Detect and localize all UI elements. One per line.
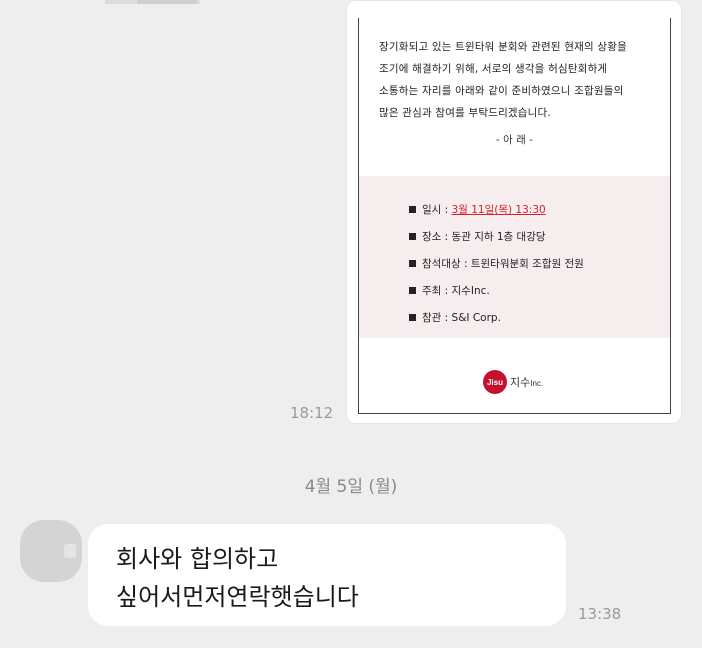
- notice-line: 많은 관심과 참여를 부탁드리겠습니다.: [379, 107, 551, 119]
- logo-name: 지수Inc.: [510, 377, 544, 389]
- detail-row-observer: 참관 : S&I Corp.: [409, 310, 501, 325]
- avatar[interactable]: [20, 520, 82, 582]
- bullet-square-icon: [409, 313, 416, 321]
- notice-details: 일시 : 3월 11일(목) 13:30 장소 : 동관 지하 1층 대강당 참…: [359, 176, 670, 338]
- jisu-logo: Jisu 지수Inc.: [483, 370, 543, 394]
- logo-badge: Jisu: [483, 370, 507, 394]
- message-timestamp: 13:38: [578, 605, 622, 623]
- notice-line: 장기화되고 있는 트윈타워 분회와 관련된 현재의 상황을: [379, 41, 628, 53]
- previous-message-remnant: [105, 0, 200, 4]
- bullet-square-icon: [409, 286, 416, 294]
- notice-line: 소통하는 자리를 아래와 같이 준비하였으니 조합원들의: [379, 85, 624, 97]
- notice-paragraph: 장기화되고 있는 트윈타워 분회와 관련된 현재의 상황을 조기에 해결하기 위…: [379, 36, 653, 124]
- detail-datetime-value: 3월 11일(목) 13:30: [451, 204, 546, 216]
- bullet-square-icon: [409, 259, 416, 267]
- image-message-bubble[interactable]: 장기화되고 있는 트윈타워 분회와 관련된 현재의 상황을 조기에 해결하기 위…: [346, 0, 682, 424]
- detail-row-attendees: 참석대상 : 트윈타워분회 조합원 전원: [409, 256, 584, 271]
- notice-line: 조기에 해결하기 위해, 서로의 생각을 허심탄회하게: [379, 63, 608, 75]
- text-message-bubble[interactable]: 회사와 합의하고 싶어서먼저연락햇습니다: [88, 524, 566, 626]
- notice-label: - 아 래 -: [496, 134, 533, 146]
- message-timestamp: 18:12: [290, 404, 334, 422]
- bullet-square-icon: [409, 232, 416, 240]
- detail-row-datetime: 일시 : 3월 11일(목) 13:30: [409, 202, 546, 217]
- detail-row-location: 장소 : 동관 지하 1층 대강당: [409, 229, 546, 244]
- bullet-square-icon: [409, 205, 416, 213]
- message-text: 회사와 합의하고 싶어서먼저연락햇습니다: [116, 545, 359, 611]
- detail-row-host: 주최 : 지수Inc.: [409, 283, 490, 298]
- notice-document-image: 장기화되고 있는 트윈타워 분회와 관련된 현재의 상황을 조기에 해결하기 위…: [358, 18, 671, 414]
- date-divider: 4월 5일 (월): [304, 477, 398, 497]
